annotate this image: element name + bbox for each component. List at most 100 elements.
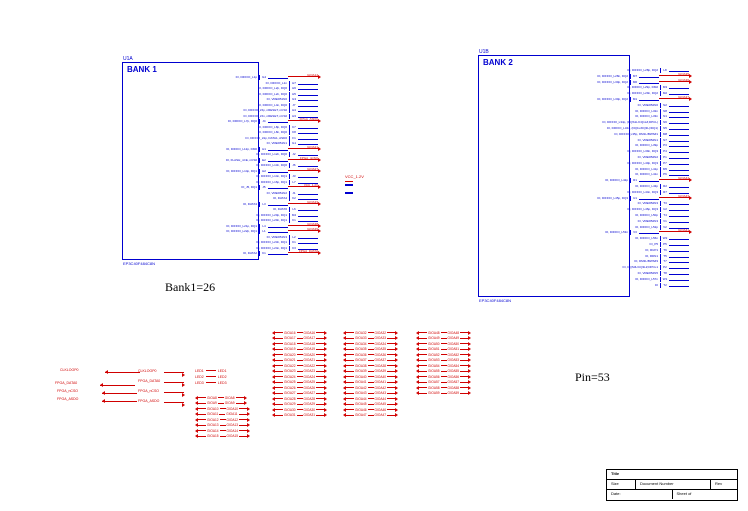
pin-row: IO, DIFFIO_L12n, DQ0J2	[123, 152, 318, 157]
net-label: GIOA31	[303, 413, 317, 417]
pin-wire	[669, 129, 689, 131]
bank2-part: EP3C40F484C8N	[479, 298, 511, 303]
pin-row: IO, DIFFIO_L57nW1	[479, 277, 689, 282]
pin-desc: IO, DIFFIO_L50p	[479, 213, 660, 218]
net-label: GIOA39	[305, 227, 318, 232]
gioa-net-pair: GIOA59GIOA59	[416, 391, 476, 397]
net-label: GIOA51	[447, 347, 461, 351]
net-label: GIOA38	[305, 222, 318, 227]
title-block: Title Size Document Number Rev Date: She…	[606, 469, 738, 501]
net-label: GIOA10	[226, 407, 240, 411]
net-label: GIOA54	[427, 364, 441, 368]
pin-desc: IO, DIFFIO_L2p, DQ0	[123, 86, 289, 91]
pin-desc: IO, DIFFIO_L4n, DQ0	[123, 103, 289, 108]
pin-number: H2	[259, 169, 268, 174]
pin-desc: IO, DIFFIO_L28p, DQ2	[479, 68, 660, 73]
pin-desc: IO, DIFFIO_L39p	[479, 143, 660, 148]
pin-desc: IO, DIFFIO_L32n	[479, 109, 660, 114]
pin-desc: IO, DATA5	[123, 207, 289, 212]
net-label: GIOA42	[354, 386, 368, 390]
pin-number: N7	[660, 138, 669, 143]
net-label: GIOA15	[206, 434, 220, 438]
net-label: LED1	[195, 369, 204, 373]
net-label: GIOA33	[305, 200, 318, 205]
offpage-label-left: FPGA_nCSO	[138, 389, 159, 393]
pin-number: H5	[289, 92, 298, 97]
pin-number: V2	[660, 225, 669, 230]
pin-row: IO, DIFFIO_L8n, DQ0K8	[123, 130, 318, 135]
bank1-pincount-annotation: Bank1=26	[165, 280, 215, 295]
net-label: GIOA48	[447, 331, 461, 335]
pin-row: IO, DIFFIO_L35p, DM1L/BWS#1M8	[479, 132, 689, 137]
net-label: LED2	[195, 375, 204, 379]
titleblock-size-label: Size	[607, 480, 635, 489]
pin-desc: IO, DIFFIO_L30p, DQ2	[479, 97, 630, 102]
pin-desc: IO, DIFFIO_L20p, DQ1	[123, 213, 289, 218]
pin-desc: IO, DIFFIO_L53n	[479, 230, 630, 235]
net-label: GIOA10	[206, 407, 220, 411]
net-label: LED1	[218, 369, 227, 373]
pin-row: IO, DIFFIO_L56nW2	[479, 236, 689, 241]
net-label: GIOA17	[303, 336, 317, 340]
pin-desc: IO, DM3L/BWS#3	[479, 259, 660, 264]
pin-row: IO, DIFFIO_L41pM5	[479, 167, 689, 172]
pin-row: IO, RUP1T6	[479, 248, 689, 253]
net-label: GIOA49	[447, 336, 461, 340]
offpage-label: FPGA_ASDO	[57, 397, 78, 401]
net-label: GIOA47	[374, 413, 388, 417]
pin-wire	[669, 262, 689, 264]
pin-row: IO, DIFFIO_L39pP3	[479, 143, 689, 148]
net-label: GIOA30	[303, 408, 317, 412]
pin-number: K7	[289, 125, 298, 130]
net-label: GIOA50	[427, 342, 441, 346]
net-label: GIOA26	[303, 386, 317, 390]
net-label: GIOA23	[283, 369, 297, 373]
offpage-label: CLKLOOP0	[60, 368, 78, 372]
pin-desc: IO, DIFFIO_L8n, DQ0	[123, 130, 289, 135]
pin-number: W2	[660, 236, 669, 241]
pin-number: K1	[289, 218, 298, 223]
pin-row: IO, DIFFIO_L20n, DQ1K1	[123, 218, 318, 223]
pin-number: H6	[289, 86, 298, 91]
pin-desc: IO, DIFFIO_L57n	[479, 277, 660, 282]
pin-desc: IO, DIFFIO_L22p, DQ1	[123, 229, 259, 234]
pin-number: J4	[259, 119, 268, 124]
net-arrow: GIOA33	[288, 203, 318, 207]
net-label: GIOA11	[206, 412, 219, 416]
pin-wire	[669, 257, 689, 259]
pin-desc: IO, RUP1	[479, 248, 660, 253]
net-label: LED2	[218, 375, 227, 379]
pin-desc: IO, DIFFIO_L20n, DQ1	[123, 218, 289, 223]
pin-row: IO, VREFB2N1N7	[479, 138, 689, 143]
pin-row: IO, DIFFIO_L1pG4GIOA14	[123, 75, 318, 80]
pin-row: IO, VREFB2N3V1	[479, 219, 689, 224]
pin-wire	[669, 286, 689, 288]
pin-number: P5	[660, 242, 669, 247]
bank2-title: BANK 2	[483, 58, 513, 67]
pin-row: IO, DIFFIO_L46p, DQ3U2	[479, 207, 689, 212]
pin-row: IO, VREFB2N5T8	[479, 271, 689, 276]
pin-number: L1	[259, 229, 268, 234]
pin-desc: IO, DATA2	[123, 251, 259, 256]
pin-desc: IO, DIFFIO_L7p, DQ0	[123, 119, 259, 124]
gioa-net-pair: GIOA31GIOA31	[272, 413, 332, 419]
net-label: GIOA44	[676, 176, 689, 181]
net-label: GIOA20	[303, 353, 317, 357]
pin-number: L8	[660, 68, 669, 73]
pin-row: IO, DIFFIO_L12p, DM0H1GIOA21	[123, 147, 318, 152]
pin-number: R1	[630, 178, 639, 183]
pin-number: J6	[289, 163, 298, 168]
pin-row: IO, DATA3L3GIOA33	[123, 202, 318, 207]
net-label: FPGA_DATA0	[297, 249, 318, 254]
pin-wire	[639, 83, 659, 85]
pin-wire	[669, 210, 689, 212]
pin-row: IO, DIFFIO_L24n, DQ1K3	[123, 246, 318, 251]
net-label: LED3	[218, 381, 227, 385]
pin-desc: IO, DIFFIO_L43p	[479, 184, 660, 189]
pin-row: IO, DIFFIO_L44n, DQ3R7	[479, 190, 689, 195]
pin-desc: IO, DIFFIO_L29p, DM2	[479, 85, 660, 90]
pin-wire	[639, 100, 659, 102]
pin-number: P4	[660, 149, 669, 154]
net-label: GIOA40	[354, 375, 368, 379]
pin-desc: IO, DIFFIO_L35p, DM1L/BWS#1	[479, 132, 660, 137]
